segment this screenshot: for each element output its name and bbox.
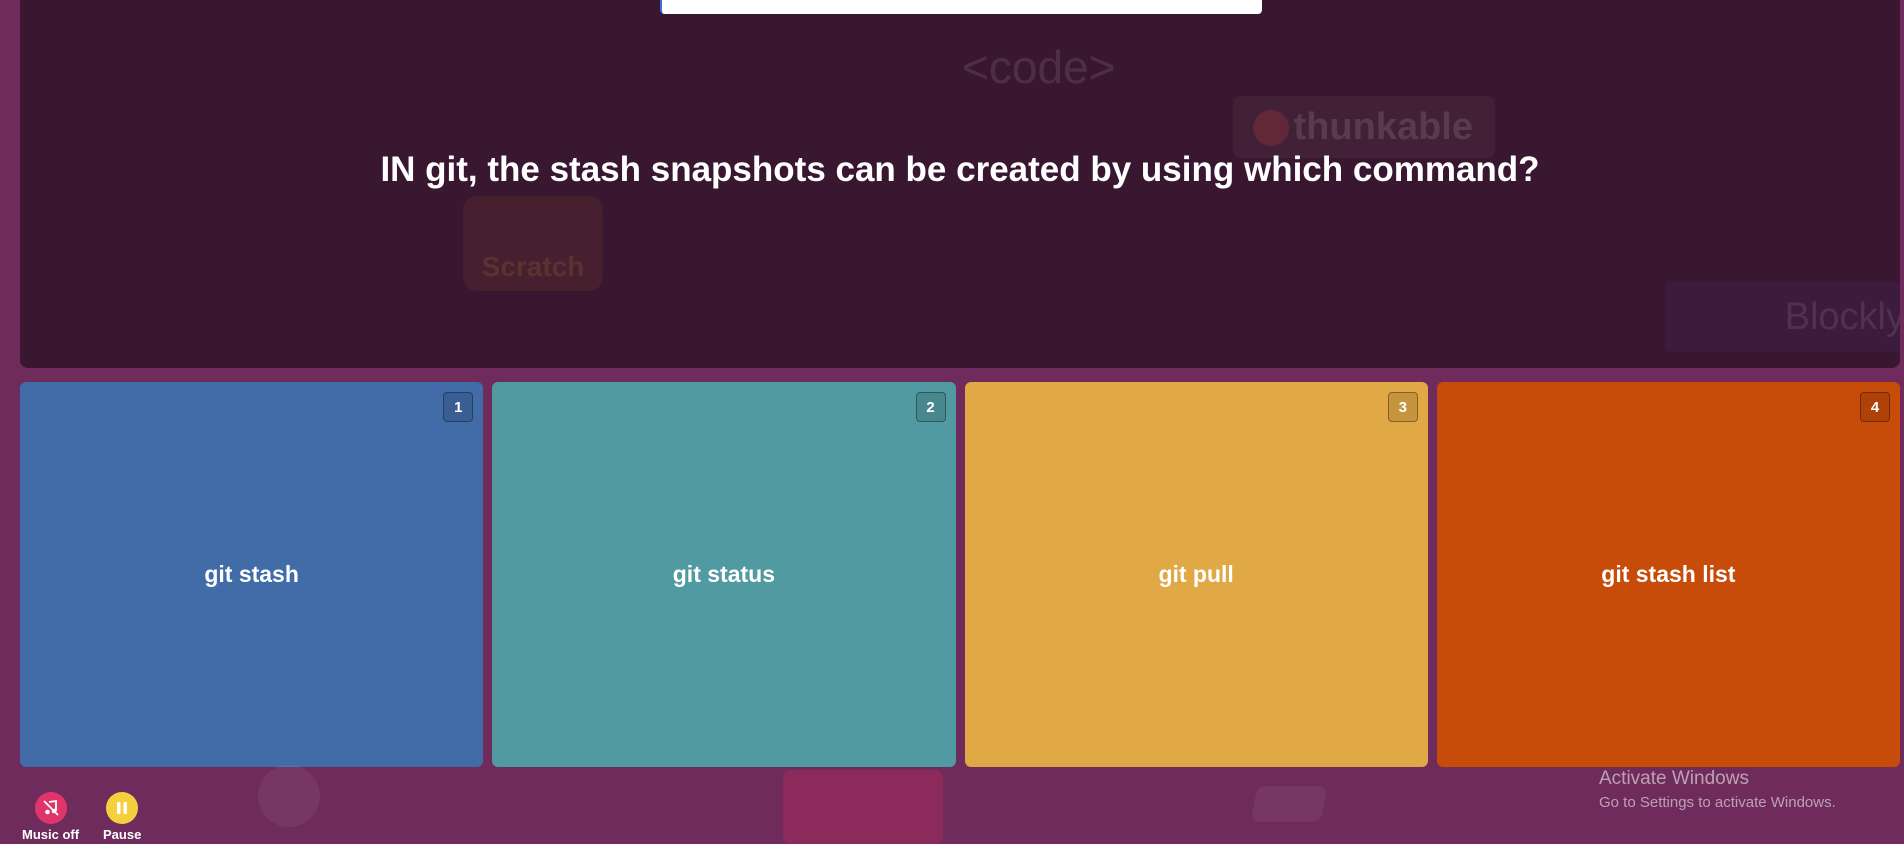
- answer-number-badge: 3: [1387, 392, 1418, 422]
- top-input-bar[interactable]: [660, 0, 1262, 14]
- music-off-button[interactable]: Music off: [22, 792, 79, 842]
- blockly-text: Blockly: [1784, 295, 1900, 338]
- blockly-logo-decoration: Blockly: [1665, 282, 1900, 352]
- pause-label: Pause: [103, 827, 142, 842]
- answer-option-1[interactable]: 1 git stash: [20, 382, 484, 767]
- answer-option-3[interactable]: 3 git pull: [964, 382, 1428, 767]
- answer-text: git status: [672, 561, 775, 587]
- pause-button[interactable]: Pause: [103, 792, 141, 842]
- watermark-title: Activate Windows: [1599, 768, 1749, 789]
- thunkable-text: thunkable: [1293, 105, 1473, 148]
- question-panel: <code> thunkable Scratch Blockly IN git,…: [20, 0, 1900, 368]
- answer-number-badge: 2: [915, 392, 946, 422]
- music-off-label: Music off: [22, 827, 80, 842]
- thunkable-icon: [1253, 110, 1289, 146]
- answer-text: git stash: [204, 561, 299, 587]
- activate-windows-watermark: Activate Windows Go to Settings to activ…: [1599, 768, 1836, 811]
- answer-number-badge: 1: [443, 392, 474, 422]
- answer-option-4[interactable]: 4 git stash list: [1436, 382, 1900, 767]
- pause-icon: [106, 792, 139, 824]
- answer-number-badge: 4: [1860, 392, 1890, 422]
- scratch-text: Scratch: [481, 251, 585, 282]
- code-tag-decoration: <code>: [962, 41, 1116, 93]
- answer-text: git pull: [1158, 561, 1234, 587]
- music-off-icon: [34, 792, 67, 824]
- brand-logo-decoration: [1250, 786, 1328, 822]
- android-logo-decoration: [258, 765, 320, 827]
- answer-option-2[interactable]: 2 git status: [492, 382, 956, 767]
- watermark-subtitle: Go to Settings to activate Windows.: [1599, 794, 1836, 811]
- thunkable-logo-decoration: thunkable: [1233, 96, 1495, 158]
- question-text: IN git, the stash snapshots can be creat…: [380, 150, 1540, 189]
- answer-text: git stash list: [1601, 561, 1736, 587]
- scratch-logo-decoration: Scratch: [463, 196, 603, 291]
- video-logo-decoration: [783, 770, 943, 844]
- answer-options: 1 git stash 2 git status 3 git pull 4 gi…: [20, 382, 1900, 767]
